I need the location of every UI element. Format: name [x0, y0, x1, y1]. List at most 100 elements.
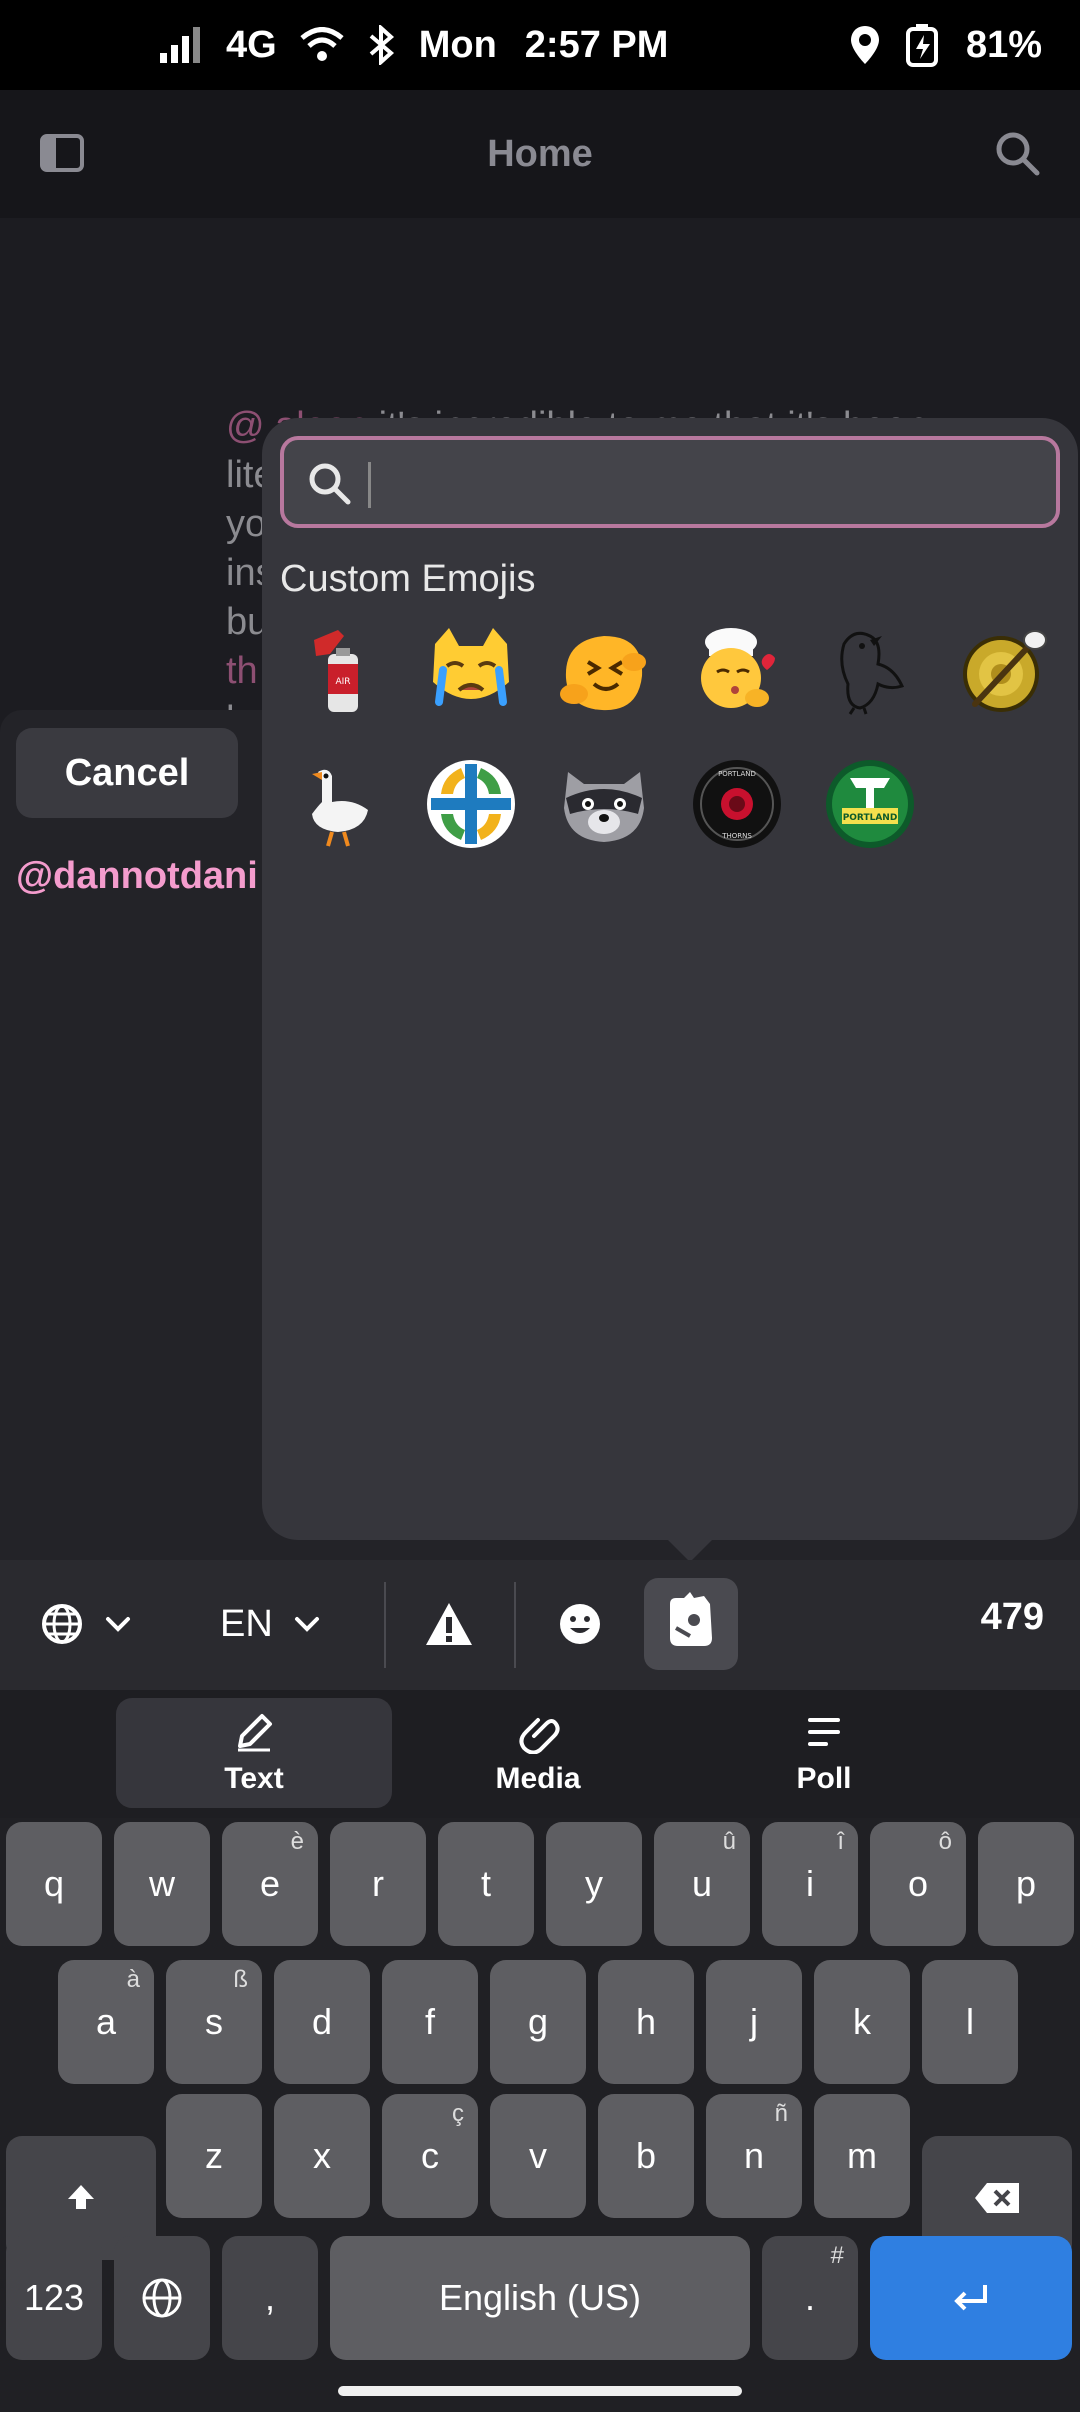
key-label: r — [372, 1863, 384, 1904]
key-l[interactable]: l — [922, 1960, 1018, 2084]
key-label: h — [635, 2001, 657, 2042]
key-v[interactable]: v — [490, 2094, 586, 2218]
emoji-portland-timbers[interactable]: PORTLAND — [824, 758, 916, 850]
period-key[interactable]: . # — [762, 2236, 858, 2360]
custom-emoji-icon — [670, 1592, 712, 1646]
sidebar-toggle-icon[interactable] — [40, 132, 84, 176]
key-h[interactable]: h — [598, 1960, 694, 2084]
key-x[interactable]: x — [274, 2094, 370, 2218]
key-j[interactable]: j — [706, 1960, 802, 2084]
key-r[interactable]: r — [330, 1822, 426, 1946]
key-label: m — [847, 2135, 877, 2176]
key-a[interactable]: aà — [58, 1960, 154, 2084]
key-o[interactable]: oô — [870, 1822, 966, 1946]
status-time: 2:57 PM — [524, 24, 669, 66]
key-n[interactable]: nñ — [706, 2094, 802, 2218]
cancel-button[interactable]: Cancel — [16, 728, 238, 818]
emoji-crying-cat[interactable] — [425, 624, 517, 716]
key-b[interactable]: b — [598, 2094, 694, 2218]
visibility-selector[interactable] — [40, 1578, 134, 1670]
key-label: a — [95, 2001, 117, 2042]
search-icon[interactable] — [992, 128, 1042, 178]
key-g[interactable]: g — [490, 1960, 586, 2084]
bluetooth-icon — [369, 25, 394, 65]
key-p[interactable]: p — [978, 1822, 1074, 1946]
key-u[interactable]: uû — [654, 1822, 750, 1946]
key-label: s — [205, 2001, 223, 2042]
enter-key[interactable] — [870, 2236, 1072, 2360]
warning-icon — [426, 1603, 472, 1645]
symbols-key[interactable]: 123 — [6, 2236, 102, 2360]
home-indicator[interactable] — [338, 2386, 742, 2396]
tab-media[interactable]: Media — [400, 1698, 676, 1808]
status-bar: 4G Mon 2:57 PM 81% — [0, 0, 1080, 90]
key-label: x — [313, 2135, 331, 2176]
language-selector[interactable]: EN — [220, 1578, 323, 1670]
wifi-icon — [300, 27, 344, 61]
key-f[interactable]: f — [382, 1960, 478, 2084]
globe-icon — [42, 1604, 82, 1644]
key-d[interactable]: d — [274, 1960, 370, 2084]
key-label: f — [424, 2001, 435, 2042]
tab-poll[interactable]: Poll — [686, 1698, 962, 1808]
key-y[interactable]: y — [546, 1822, 642, 1946]
tab-label: Media — [495, 1762, 581, 1795]
space-key[interactable]: English (US) — [330, 2236, 750, 2360]
key-label: o — [907, 1863, 929, 1904]
status-right: 81% — [848, 23, 1042, 67]
emoji-search-box[interactable] — [280, 436, 1060, 528]
battery-charging-icon — [905, 24, 938, 67]
custom-emoji-button[interactable] — [644, 1578, 738, 1670]
emoji-golden-gong[interactable] — [957, 624, 1049, 716]
key-i[interactable]: iî — [762, 1822, 858, 1946]
language-switch-key[interactable] — [114, 2236, 210, 2360]
svg-text:PORTLAND: PORTLAND — [843, 813, 898, 823]
section-title: Custom Emojis — [280, 558, 536, 600]
emoji-raccoon[interactable] — [558, 758, 650, 850]
emoji-search-input[interactable] — [368, 454, 1028, 510]
emoji-hugging-blob[interactable] — [558, 624, 650, 716]
comma-key[interactable]: , — [222, 2236, 318, 2360]
key-label: z — [205, 2135, 223, 2176]
key-w[interactable]: w — [114, 1822, 210, 1946]
key-m[interactable]: m — [814, 2094, 910, 2218]
emoji-portland-thorns[interactable]: PORTLAND THORNS — [691, 758, 783, 850]
key-k[interactable]: k — [814, 1960, 910, 2084]
key-t[interactable]: t — [438, 1822, 534, 1946]
compose-type-tabs: Text Media Poll — [0, 1690, 1080, 1818]
key-label: g — [527, 2001, 549, 2042]
tab-label: Text — [224, 1762, 284, 1795]
popover-arrow — [664, 1536, 716, 1562]
key-label: l — [966, 2001, 974, 2042]
post-link[interactable]: th — [226, 650, 258, 692]
emoji-portland-cross-logo[interactable] — [425, 758, 517, 850]
composer-toolbar: EN 479 — [0, 1560, 1080, 1690]
key-c[interactable]: cç — [382, 2094, 478, 2218]
emoji-chef-kiss[interactable] — [691, 624, 783, 716]
mention-text[interactable]: @dannotdani — [16, 855, 258, 898]
key-hint: ñ — [774, 2100, 788, 2127]
emoji-air-horn[interactable]: AIR — [292, 624, 384, 716]
key-label: i — [806, 1863, 814, 1904]
key-label: v — [529, 2135, 547, 2176]
key-z[interactable]: z — [166, 2094, 262, 2218]
poll-icon — [808, 1718, 840, 1746]
pencil-icon — [238, 1714, 272, 1752]
emoji-bird-sketch[interactable] — [824, 624, 916, 716]
key-label: j — [750, 2001, 758, 2042]
svg-text:THORNS: THORNS — [721, 832, 752, 840]
key-s[interactable]: sß — [166, 1960, 262, 2084]
content-warning-button[interactable] — [424, 1578, 474, 1670]
key-hint: à — [126, 1966, 140, 1993]
smiley-icon — [560, 1604, 600, 1644]
emoji-goose[interactable] — [292, 758, 384, 850]
key-hint: û — [722, 1828, 736, 1855]
key-q[interactable]: q — [6, 1822, 102, 1946]
emoji-button[interactable] — [558, 1578, 602, 1670]
emoji-picker-popover: Custom Emojis AIR PORTLAND THORNS PORTLA… — [262, 418, 1078, 1540]
key-label: b — [635, 2135, 657, 2176]
key-e[interactable]: eè — [222, 1822, 318, 1946]
language-label: EN — [220, 1602, 273, 1645]
tab-text[interactable]: Text — [116, 1698, 392, 1808]
status-left: 4G Mon 2:57 PM — [160, 25, 668, 65]
